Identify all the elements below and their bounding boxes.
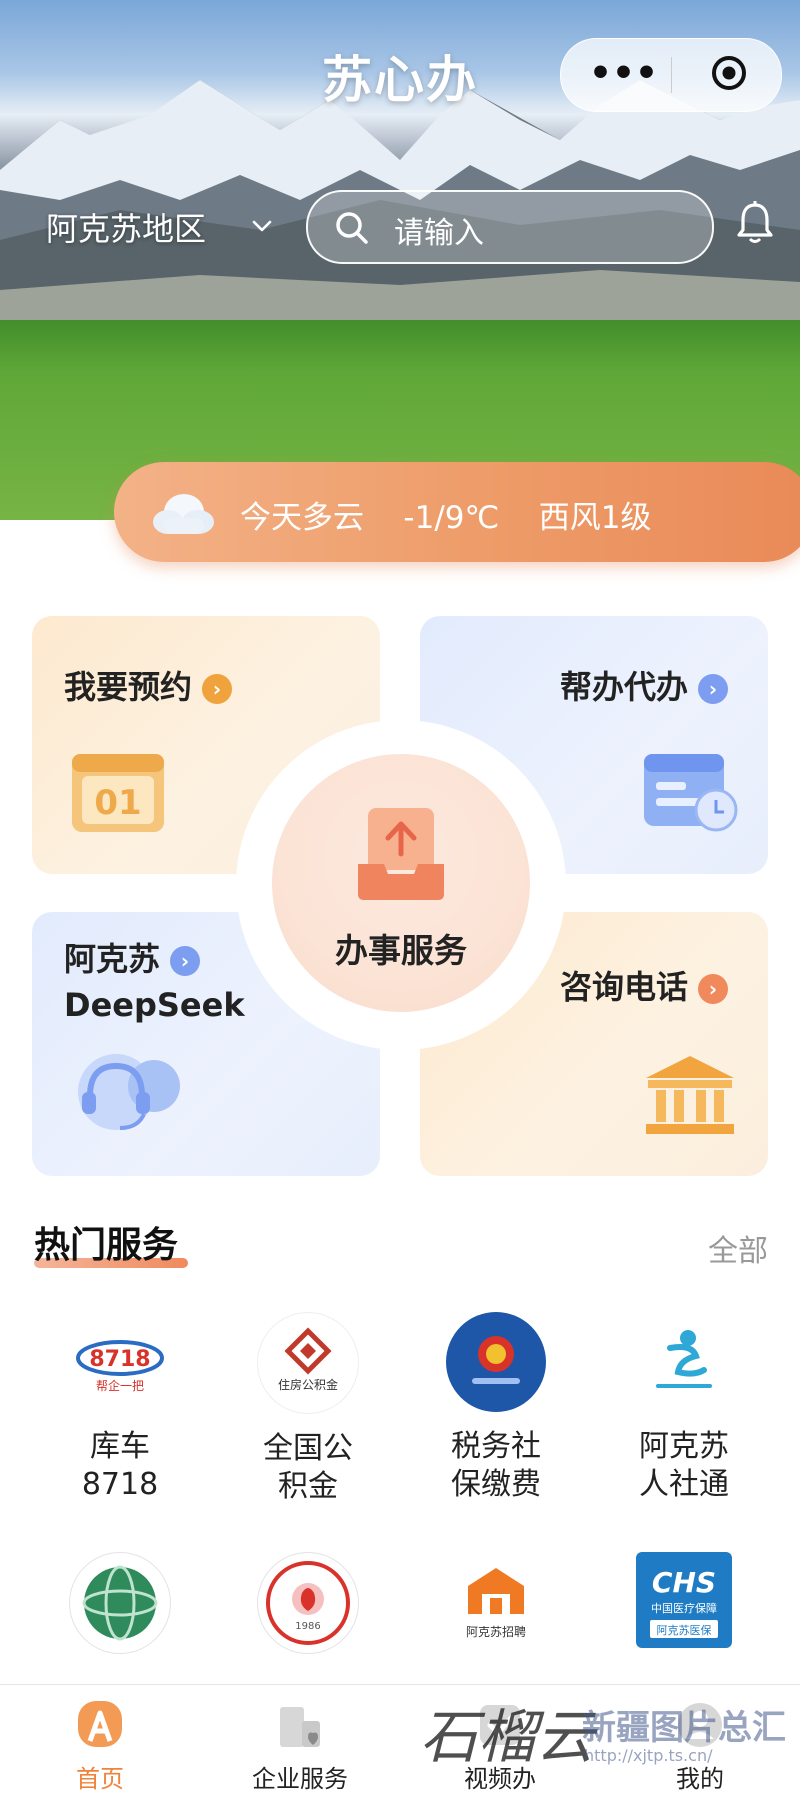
service-name: 库车 8718 [81, 1429, 159, 1502]
agency-label: 帮办代办 [560, 668, 689, 706]
video-icon [472, 1697, 528, 1753]
tab-enterprise[interactable]: 企业服务 [200, 1685, 400, 1795]
service-name: 阿克苏 人社通 [639, 1429, 729, 1502]
enterprise-icon [272, 1697, 328, 1753]
aksu-hr-logo [634, 1312, 734, 1412]
search-placeholder: 请输入 [394, 216, 484, 251]
ai-label-line1: 阿克苏 [64, 940, 161, 978]
user-icon [672, 1697, 728, 1753]
service-row2-medical-insurance[interactable]: CHS 中国医疗保障 阿克苏医保 [604, 1552, 764, 1648]
hero-banner: 苏心办 ••• 阿克苏地区 请输入 [0, 0, 800, 520]
all-services-link[interactable]: 全部 [708, 1226, 768, 1270]
kuche-logo-subtext: 帮企一把 [96, 1378, 144, 1393]
appointment-title: 我要预约 › [64, 662, 233, 708]
tab-home-label: 首页 [76, 1765, 124, 1793]
schedule-icon [644, 754, 738, 832]
tab-mine-label: 我的 [676, 1765, 724, 1793]
weather-temperature: -1/9℃ [403, 500, 500, 536]
ai-label-line2: DeepSeek [64, 986, 245, 1024]
hot-services-title: 热门服务 [34, 1225, 179, 1266]
hotline-label: 咨询电话 [560, 968, 689, 1006]
chevron-down-icon[interactable] [250, 214, 274, 238]
tab-mine[interactable]: 我的 [600, 1685, 800, 1795]
weather-bar: 今天多云 -1/9℃ 西风1级 [114, 462, 800, 562]
service-row2-emblem[interactable]: 1986 [228, 1552, 388, 1654]
tab-enterprise-label: 企业服务 [252, 1765, 348, 1793]
capsule-divider [671, 57, 672, 93]
chs-logo-text: CHS [652, 1566, 716, 1599]
tab-video-label: 视频办 [464, 1765, 536, 1793]
kuche-logo-text: 8718 [89, 1347, 150, 1372]
weather-summary: 今天多云 [240, 500, 364, 536]
hotline-title: 咨询电话 › [560, 962, 729, 1008]
globe-logo [69, 1552, 171, 1654]
home-icon [72, 1697, 128, 1753]
mini-program-capsule[interactable]: ••• [560, 38, 782, 112]
kuche-8718-logo: 8718 帮企一把 [70, 1312, 170, 1412]
emblem-logo-text: 1986 [295, 1621, 320, 1632]
emblem-logo: 1986 [257, 1552, 359, 1654]
service-center-label: 办事服务 [335, 931, 467, 970]
search-input[interactable]: 请输入 [306, 190, 714, 264]
search-icon [336, 212, 368, 244]
tax-emblem-logo [446, 1312, 546, 1412]
tab-home[interactable]: 首页 [0, 1685, 200, 1795]
recruit-logo-text: 阿克苏招聘 [466, 1625, 526, 1639]
bottom-tab-bar: 首页 企业服务 视频办 我的 [0, 1684, 800, 1795]
service-center-button[interactable]: 办事服务 [272, 754, 530, 1012]
more-dots-icon[interactable]: ••• [589, 56, 658, 92]
calendar-icon: 01 [72, 754, 164, 832]
chevron-right-icon: › [698, 674, 729, 704]
service-tax-social-security[interactable]: 税务社 保缴费 [416, 1312, 576, 1504]
service-name: 全国公 积金 [263, 1431, 353, 1504]
housing-fund-logo: 住房公积金 [257, 1312, 359, 1414]
ai-title: 阿克苏 › DeepSeek [64, 936, 245, 1028]
target-icon[interactable] [711, 55, 747, 91]
tab-video[interactable]: 视频办 [400, 1685, 600, 1795]
chs-logo-subtext1: 中国医疗保障 [651, 1601, 717, 1615]
calendar-number: 01 [94, 783, 141, 823]
weather-wind: 西风1级 [538, 500, 652, 536]
government-building-icon [646, 1056, 734, 1134]
upload-tray-icon [358, 808, 444, 900]
chevron-right-icon: › [202, 674, 233, 704]
service-row2-globe[interactable] [40, 1552, 200, 1654]
bell-icon[interactable] [734, 200, 776, 246]
service-kuche-8718[interactable]: 8718 帮企一把 库车 8718 [40, 1312, 200, 1504]
recruit-logo: 阿克苏招聘 [446, 1552, 546, 1652]
service-housing-fund[interactable]: 住房公积金 全国公 积金 [228, 1312, 388, 1506]
region-selector[interactable]: 阿克苏地区 [46, 204, 206, 250]
appointment-label: 我要预约 [64, 668, 193, 706]
service-aksu-hr[interactable]: 阿克苏 人社通 [604, 1312, 764, 1504]
chs-logo-subtext2: 阿克苏医保 [657, 1623, 712, 1637]
service-name: 税务社 保缴费 [451, 1429, 541, 1502]
chevron-right-icon: › [170, 946, 201, 976]
agency-title: 帮办代办 › [560, 662, 729, 708]
weather-text: 今天多云 -1/9℃ 西风1级 [240, 492, 651, 537]
cloud-icon [153, 494, 214, 534]
chevron-right-icon: › [698, 974, 729, 1004]
headset-icon [78, 1054, 180, 1130]
service-row2-recruit[interactable]: 阿克苏招聘 [416, 1552, 576, 1652]
housing-fund-logo-text: 住房公积金 [278, 1377, 338, 1392]
chs-logo: CHS 中国医疗保障 阿克苏医保 [636, 1552, 732, 1648]
